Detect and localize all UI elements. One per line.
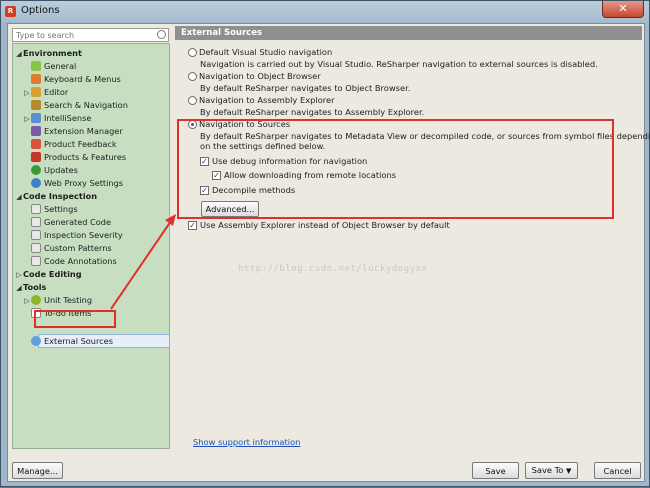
dialog-client: ◢Environment General Keyboard & Menus ▷E… — [7, 23, 650, 482]
tree-item-product-feedback[interactable]: Product Feedback — [31, 138, 117, 150]
tree-group-label: Code Inspection — [23, 191, 98, 201]
radio-default-vs[interactable] — [188, 48, 197, 57]
tree-item-label: Settings — [44, 204, 78, 214]
severity-icon — [31, 230, 41, 240]
annotation-box-tree-item — [34, 310, 116, 328]
tree-item-label: External Sources — [44, 336, 113, 346]
products-icon — [31, 152, 41, 162]
tree-item-label: General — [44, 61, 77, 71]
support-info-link[interactable]: Show support information — [193, 437, 300, 447]
option-assembly-explorer-desc: By default ReSharper navigates to Assemb… — [200, 107, 425, 117]
dropdown-arrow-icon: ▼ — [566, 467, 572, 475]
close-window-button[interactable]: ✕ — [602, 1, 644, 18]
tree-item-editor[interactable]: ▷ Editor — [23, 86, 68, 98]
tree-group-label: Environment — [23, 48, 82, 58]
intellisense-icon — [31, 113, 41, 123]
general-icon — [31, 61, 41, 71]
tree-item-label: Custom Patterns — [44, 243, 112, 253]
option-object-browser-label[interactable]: Navigation to Object Browser — [199, 71, 321, 82]
tree-group-code-inspection[interactable]: ◢Code Inspection — [15, 190, 97, 202]
tree-item-label: IntelliSense — [44, 113, 92, 123]
watermark-text: http://blog.csdn.net/luckydogyxx — [238, 264, 428, 274]
save-to-label: Save To — [531, 465, 564, 475]
expand-icon[interactable]: ▷ — [15, 269, 23, 281]
annotations-icon — [31, 256, 41, 266]
expand-icon[interactable]: ▷ — [23, 87, 31, 99]
unit-testing-icon — [31, 295, 41, 305]
editor-icon — [31, 87, 41, 97]
tree-item-generated-code[interactable]: Generated Code — [31, 216, 111, 228]
tree-item-label: Web Proxy Settings — [44, 178, 124, 188]
tree-item-label: Updates — [44, 165, 78, 175]
tree-item-search-navigation[interactable]: Search & Navigation — [31, 99, 128, 111]
pane-header: External Sources — [175, 26, 642, 40]
tree-item-label: Inspection Severity — [44, 230, 123, 240]
manage-button[interactable]: Manage... — [12, 462, 63, 479]
tree-item-inspection-severity[interactable]: Inspection Severity — [31, 229, 123, 241]
assembly-explorer-label[interactable]: Use Assembly Explorer instead of Object … — [200, 220, 450, 231]
patterns-icon — [31, 243, 41, 253]
radio-assembly-explorer[interactable] — [188, 96, 197, 105]
generated-code-icon — [31, 217, 41, 227]
collapse-icon[interactable]: ◢ — [15, 191, 23, 203]
tree-item-unit-testing[interactable]: ▷ Unit Testing — [23, 294, 92, 306]
radio-object-browser[interactable] — [188, 72, 197, 81]
tree-item-inspection-settings[interactable]: Settings — [31, 203, 78, 215]
tree-item-label: Search & Navigation — [44, 100, 128, 110]
option-default-vs-desc: Navigation is carried out by Visual Stud… — [200, 59, 598, 69]
tree-item-products-features[interactable]: Products & Features — [31, 151, 126, 163]
expand-icon[interactable]: ▷ — [23, 113, 31, 125]
tree-item-label: Products & Features — [44, 152, 127, 162]
tree-item-label: Editor — [44, 87, 69, 97]
option-assembly-explorer-label[interactable]: Navigation to Assembly Explorer — [199, 95, 335, 106]
tree-item-label: Extension Manager — [44, 126, 123, 136]
search-icon — [157, 30, 166, 39]
collapse-icon[interactable]: ◢ — [15, 48, 23, 60]
tree-item-label: Unit Testing — [44, 295, 93, 305]
options-window: R Options ✕ ◢Environment General Keyboar… — [0, 0, 650, 487]
tree-group-code-editing[interactable]: ▷Code Editing — [15, 268, 82, 281]
collapse-icon[interactable]: ◢ — [15, 282, 23, 294]
tree-item-label: Generated Code — [44, 217, 111, 227]
tree-item-updates[interactable]: Updates — [31, 164, 78, 176]
tree-group-label: Code Editing — [23, 269, 82, 279]
tree-item-label: Keyboard & Menus — [44, 74, 121, 84]
tree-item-custom-patterns[interactable]: Custom Patterns — [31, 242, 112, 254]
tree-item-keyboard-menus[interactable]: Keyboard & Menus — [31, 73, 121, 85]
tree-group-environment[interactable]: ◢Environment — [15, 47, 82, 59]
globe-icon — [31, 178, 41, 188]
tree-item-label: Code Annotations — [44, 256, 117, 266]
tree-item-general[interactable]: General — [31, 60, 76, 72]
title-bar[interactable]: R Options ✕ — [1, 1, 649, 22]
settings-tree: ◢Environment General Keyboard & Menus ▷ E… — [12, 43, 170, 449]
search-input[interactable] — [12, 28, 169, 42]
tree-item-intellisense[interactable]: ▷ IntelliSense — [23, 112, 91, 124]
cancel-button[interactable]: Cancel — [594, 462, 641, 479]
search-navigation-icon — [31, 100, 41, 110]
settings-icon — [31, 204, 41, 214]
tree-item-external-sources[interactable]: External Sources — [31, 335, 113, 347]
extension-icon — [31, 126, 41, 136]
annotation-box-sources — [177, 119, 614, 219]
tree-item-code-annotations[interactable]: Code Annotations — [31, 255, 117, 267]
feedback-icon — [31, 139, 41, 149]
expand-icon[interactable]: ▷ — [23, 295, 31, 307]
option-default-vs-label[interactable]: Default Visual Studio navigation — [199, 47, 332, 58]
tree-item-label: Product Feedback — [44, 139, 117, 149]
keyboard-icon — [31, 74, 41, 84]
option-object-browser-desc: By default ReSharper navigates to Object… — [200, 83, 411, 93]
updates-icon — [31, 165, 41, 175]
resharper-app-icon: R — [5, 6, 16, 17]
tree-group-label: Tools — [23, 282, 47, 292]
save-button[interactable]: Save — [472, 462, 519, 479]
window-title: Options — [21, 5, 60, 16]
external-sources-icon — [31, 336, 41, 346]
assembly-explorer-checkbox[interactable]: ✓ — [188, 221, 197, 230]
save-to-button[interactable]: Save To ▼ — [525, 462, 578, 479]
tree-item-extension-manager[interactable]: Extension Manager — [31, 125, 123, 137]
tree-item-web-proxy[interactable]: Web Proxy Settings — [31, 177, 123, 189]
tree-group-tools[interactable]: ◢Tools — [15, 281, 46, 293]
